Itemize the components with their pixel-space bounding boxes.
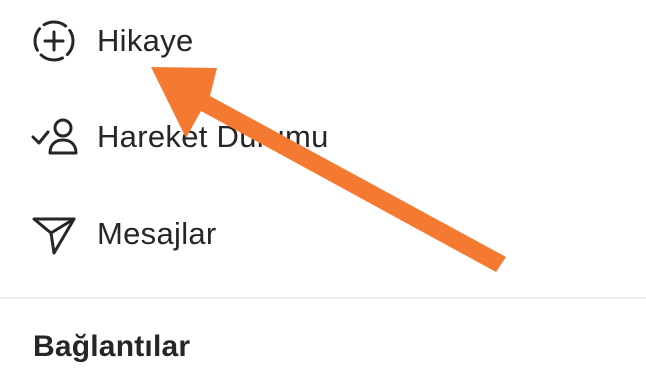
menu-item-label: Hikaye: [97, 23, 194, 58]
menu-item-story[interactable]: Hikaye: [0, 0, 646, 86]
paper-plane-icon: [30, 210, 78, 258]
section-divider: [0, 297, 646, 299]
menu-item-label: Hareket Durumu: [97, 119, 329, 154]
menu-item-label: Mesajlar: [97, 216, 217, 251]
section-title-connections: Bağlantılar: [33, 330, 191, 363]
add-story-icon: [30, 17, 78, 65]
settings-screen: Hikaye Hareket Durumu Mesajlar Bağlantıl…: [0, 0, 646, 385]
activity-status-icon: [30, 113, 78, 161]
menu-item-activity-status[interactable]: Hareket Durumu: [0, 92, 646, 182]
menu-item-messages[interactable]: Mesajlar: [0, 189, 646, 279]
